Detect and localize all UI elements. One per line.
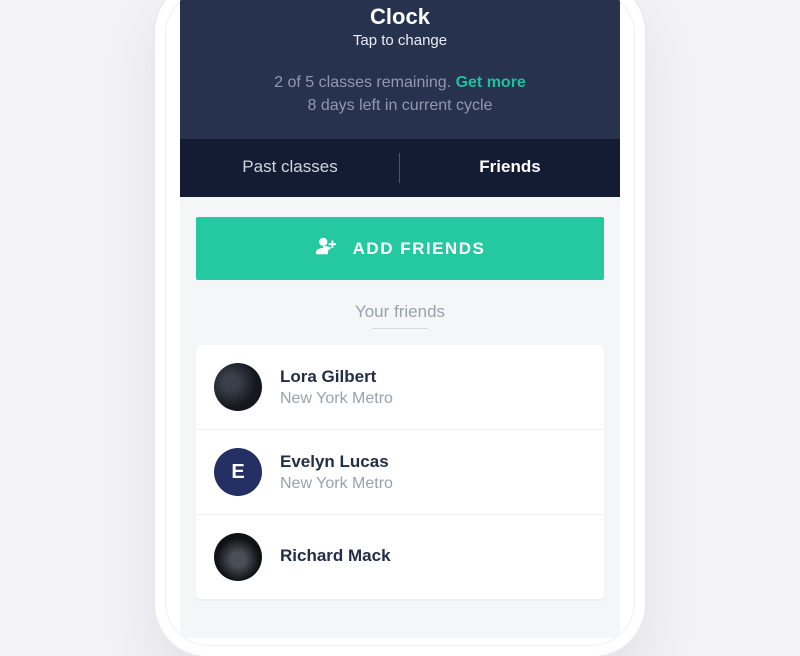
friend-info: Richard Mack xyxy=(280,546,391,569)
screen: Clock Tap to change 2 of 5 classes remai… xyxy=(180,0,620,638)
tab-label: Past classes xyxy=(242,157,337,176)
tab-label: Friends xyxy=(479,157,540,176)
list-item[interactable]: Lora Gilbert New York Metro xyxy=(196,345,604,430)
friend-name: Richard Mack xyxy=(280,546,391,566)
phone-side-button xyxy=(151,180,155,240)
header[interactable]: Clock Tap to change 2 of 5 classes remai… xyxy=(180,0,620,139)
friend-name: Lora Gilbert xyxy=(280,367,393,387)
friend-info: Lora Gilbert New York Metro xyxy=(280,367,393,408)
header-title: Clock xyxy=(198,4,602,30)
avatar xyxy=(214,363,262,411)
phone-side-button xyxy=(151,110,155,170)
tab-friends[interactable]: Friends xyxy=(400,139,620,197)
avatar xyxy=(214,533,262,581)
section-title: Your friends xyxy=(196,302,604,322)
tabs: Past classes Friends xyxy=(180,139,620,197)
add-friends-label: ADD FRIENDS xyxy=(353,239,486,259)
avatar: E xyxy=(214,448,262,496)
get-more-link[interactable]: Get more xyxy=(456,74,526,91)
phone-frame: Clock Tap to change 2 of 5 classes remai… xyxy=(155,0,645,656)
status-text: 2 of 5 classes remaining. xyxy=(274,74,455,91)
header-subtitle: Tap to change xyxy=(198,32,602,49)
friend-info: Evelyn Lucas New York Metro xyxy=(280,452,393,493)
phone-side-button xyxy=(151,50,155,84)
section-underline xyxy=(372,328,428,329)
friends-list: Lora Gilbert New York Metro E Evelyn Luc… xyxy=(196,345,604,599)
status-cycle: 8 days left in current cycle xyxy=(308,97,493,114)
status-block: 2 of 5 classes remaining. Get more 8 day… xyxy=(198,71,602,117)
add-friends-button[interactable]: ADD FRIENDS xyxy=(196,217,604,280)
phone-side-button xyxy=(645,100,649,170)
add-user-icon xyxy=(315,235,337,262)
friend-location: New York Metro xyxy=(280,390,393,408)
tab-past-classes[interactable]: Past classes xyxy=(180,139,400,197)
list-item[interactable]: E Evelyn Lucas New York Metro xyxy=(196,430,604,515)
friend-location: New York Metro xyxy=(280,475,393,493)
friend-name: Evelyn Lucas xyxy=(280,452,393,472)
content: ADD FRIENDS Your friends Lora Gilbert Ne… xyxy=(180,197,620,599)
list-item[interactable]: Richard Mack xyxy=(196,515,604,599)
